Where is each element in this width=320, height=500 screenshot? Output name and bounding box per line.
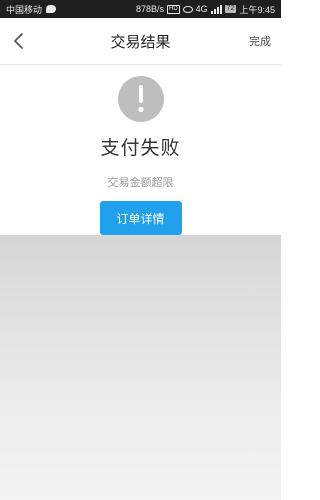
eye-icon — [182, 5, 193, 13]
empty-content-area — [0, 235, 281, 500]
header: 交易结果 完成 — [0, 18, 281, 65]
clock: 上午9:45 — [239, 4, 275, 15]
carrier-label: 中国移动 — [6, 4, 43, 15]
status-left: 中国移动 — [6, 3, 57, 16]
done-button[interactable]: 完成 — [249, 33, 271, 49]
battery-icon: 72 — [224, 5, 237, 13]
page-title: 交易结果 — [110, 32, 171, 51]
back-button[interactable] — [8, 30, 30, 52]
signal-icon — [210, 4, 222, 14]
alert-circle — [117, 76, 164, 122]
hd-badge: HD — [166, 4, 180, 14]
signal-label: 4G — [195, 4, 208, 14]
result-panel: 支付失败 交易金额超限 订单详情 — [0, 65, 281, 235]
status-right: 878B/s HD 4G 72 上午9:45 — [136, 3, 275, 16]
chevron-left-icon — [14, 33, 23, 49]
network-speed: 878B/s — [135, 4, 164, 14]
status-bar: 中国移动 878B/s HD 4G 72 上午9:45 — [0, 0, 281, 18]
order-detail-button[interactable]: 订单详情 — [99, 201, 182, 235]
chat-bubble-icon — [46, 5, 57, 13]
result-title: 支付失败 — [100, 137, 181, 159]
result-reason: 交易金额超限 — [107, 176, 174, 189]
exclamation-icon — [137, 85, 144, 113]
